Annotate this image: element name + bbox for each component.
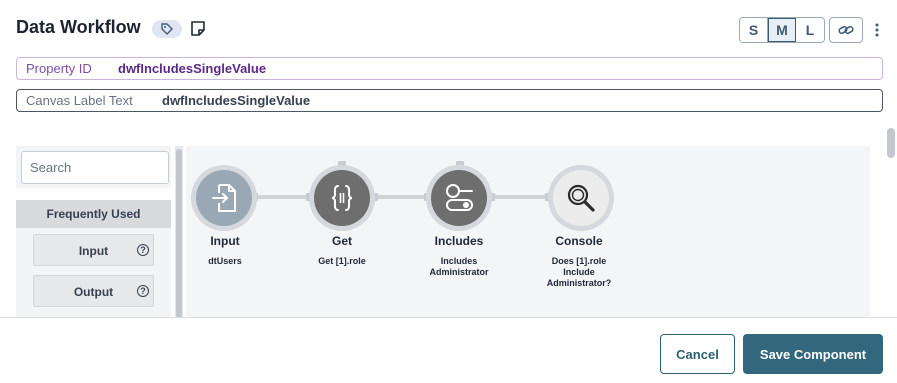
help-icon[interactable]: ? xyxy=(137,244,149,256)
palette-item-output[interactable]: Output ? xyxy=(33,275,154,307)
node-get-sub: Get [1].role xyxy=(318,256,366,266)
size-small-button[interactable]: S xyxy=(740,18,768,42)
workflow-canvas[interactable] xyxy=(186,146,870,318)
node-console-label: Console xyxy=(555,234,603,248)
palette-item-label: Output xyxy=(73,285,114,299)
node-console-sub-line: Include xyxy=(563,267,595,277)
page-title: Data Workflow xyxy=(16,17,141,37)
toggle-circles-icon xyxy=(446,184,473,211)
palette-item-label: Input xyxy=(78,244,109,258)
page-scrollbar[interactable] xyxy=(887,128,895,158)
size-large-button[interactable]: L xyxy=(796,18,824,42)
node-input[interactable] xyxy=(191,165,257,231)
node-console-circle xyxy=(553,170,609,226)
save-component-button[interactable]: Save Component xyxy=(743,334,883,374)
connector-line xyxy=(492,195,548,199)
help-icon[interactable]: ? xyxy=(137,285,149,297)
input-file-icon xyxy=(212,184,236,212)
canvas-label-label: Canvas Label Text xyxy=(26,93,133,108)
property-id-value: dwfIncludesSingleValue xyxy=(118,61,267,76)
tag-button[interactable] xyxy=(152,20,182,38)
link-icon xyxy=(838,26,854,34)
node-get[interactable] xyxy=(309,165,375,231)
note-icon[interactable] xyxy=(190,20,206,37)
more-options-button[interactable] xyxy=(869,19,885,41)
canvas-label-field[interactable]: Canvas Label Text dwfIncludesSingleValue xyxy=(16,89,883,112)
property-id-field[interactable]: Property ID dwfIncludesSingleValue xyxy=(16,57,883,80)
connector-line xyxy=(375,195,427,199)
tag-icon xyxy=(161,23,173,35)
size-toggle-group: S M L xyxy=(739,17,825,43)
link-button[interactable] xyxy=(829,17,863,43)
size-medium-button[interactable]: M xyxy=(768,18,796,42)
palette-divider xyxy=(16,188,171,200)
canvas-label-value: dwfIncludesSingleValue xyxy=(162,93,311,108)
node-console[interactable] xyxy=(548,165,614,231)
node-includes[interactable] xyxy=(426,165,492,231)
node-get-label: Get xyxy=(331,234,352,248)
curly-braces-icon xyxy=(331,185,353,211)
cancel-button[interactable]: Cancel xyxy=(660,334,735,374)
node-input-sub: dtUsers xyxy=(208,256,242,266)
node-includes-sub-line: Administrator xyxy=(429,267,489,277)
node-input-label: Input xyxy=(210,234,240,248)
node-console-sub-line: Does [1].role xyxy=(551,256,607,266)
node-get-circle xyxy=(314,170,370,226)
node-input-circle xyxy=(196,170,252,226)
search-input[interactable] xyxy=(21,151,169,184)
node-includes-circle xyxy=(431,170,487,226)
node-console-sub-line: Administrator? xyxy=(546,278,612,288)
magnifier-icon xyxy=(567,184,595,212)
connector-line xyxy=(256,195,308,199)
header: Data Workflow S M L xyxy=(0,0,897,58)
frequently-used-header: Frequently Used xyxy=(16,200,171,228)
node-includes-sub-line: Includes xyxy=(440,256,478,266)
palette-item-input[interactable]: Input ? xyxy=(33,234,154,266)
node-includes-label: Includes xyxy=(434,234,484,248)
property-id-label: Property ID xyxy=(26,61,92,76)
vertical-dots-icon xyxy=(875,23,879,37)
